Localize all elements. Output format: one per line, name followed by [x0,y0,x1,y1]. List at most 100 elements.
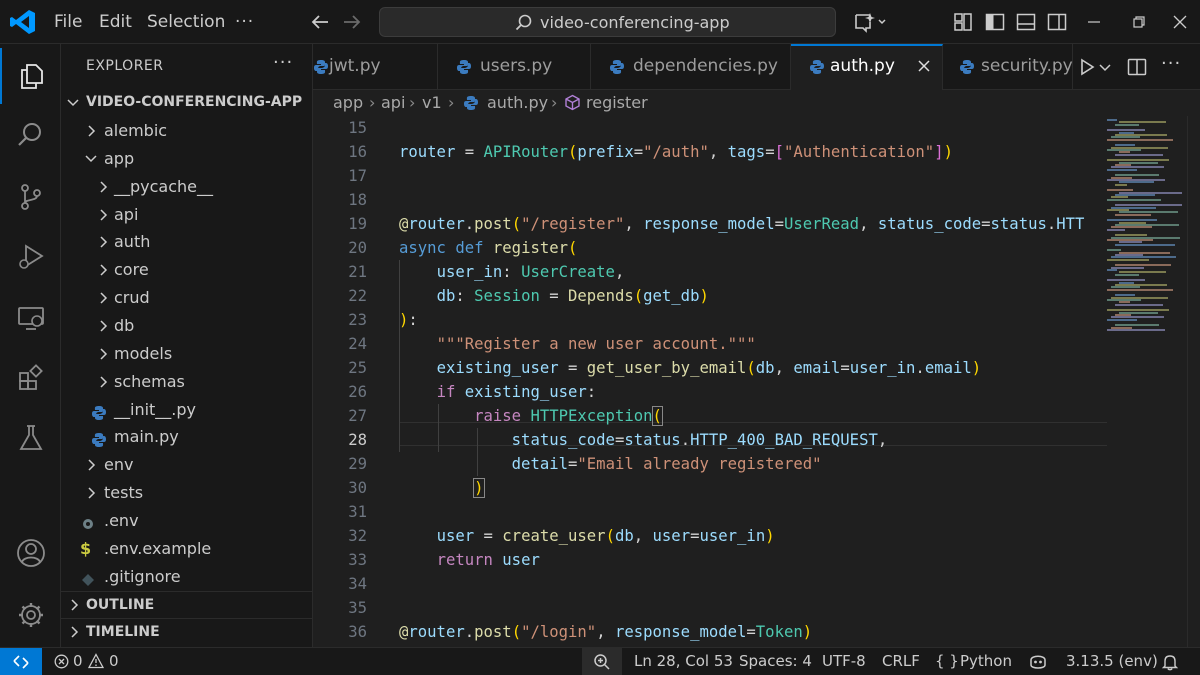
breadcrumb-api[interactable]: api [381,93,405,112]
tree-item-crud[interactable]: crud [61,284,312,311]
remote-indicator[interactable] [0,648,42,675]
code-line[interactable]: return user [399,548,540,572]
code-line[interactable]: user_in: UserCreate, [399,260,625,284]
minimap[interactable] [1107,116,1187,647]
notifications-bell-icon[interactable] [1161,653,1179,671]
tree-item-app[interactable]: app [61,145,312,172]
breadcrumb-app[interactable]: app [333,93,363,112]
manage-gear-icon[interactable] [0,587,61,643]
tree-item-env[interactable]: env [61,451,312,478]
copilot-icon[interactable] [1028,653,1048,671]
indentation[interactable]: Spaces: 4 [739,652,812,670]
tree-item-label: api [114,204,139,224]
tab-users-py[interactable]: users.py [438,44,591,90]
git-file-icon [80,569,96,586]
code-line[interactable]: detail="Email already registered" [399,452,822,476]
code-line[interactable]: """Register a new user account.""" [399,332,756,356]
tree-item-tests[interactable]: tests [61,479,312,506]
line-number: 36 [348,623,367,641]
zoom-button[interactable] [582,648,622,675]
warning-icon [88,653,104,669]
line-number: 33 [348,551,367,569]
customize-layout-icon[interactable] [951,10,975,34]
tree-item-gitignore[interactable]: .gitignore [61,563,312,590]
back-arrow-icon[interactable] [308,10,332,34]
code-line[interactable]: user = create_user(db, user=user_in) [399,524,775,548]
tree-item-pycache[interactable]: __pycache__ [61,173,312,200]
code-line[interactable]: async def register( [399,236,577,260]
timeline-section[interactable]: TIMELINE [61,618,312,645]
split-editor-icon[interactable] [1125,55,1149,79]
remote-explorer-icon[interactable] [0,290,61,346]
tab-jwt-py[interactable]: jwt.py [313,44,438,90]
toggle-primary-sidebar-icon[interactable] [983,10,1007,34]
tree-item-main-py[interactable]: main.py [61,423,312,450]
language-mode[interactable]: Python [960,652,1012,670]
close-tab-icon[interactable] [916,58,932,74]
command-center-search[interactable]: video-conferencing-app [379,7,836,37]
tab-security-py[interactable]: security.py [943,44,1073,90]
tree-item-auth[interactable]: auth [61,228,312,255]
breadcrumb-file[interactable]: auth.py [487,93,548,112]
code-line[interactable]: db: Session = Depends(get_db) [399,284,709,308]
python-interpreter[interactable]: 3.13.5 (env) [1066,652,1158,670]
chevron-right-icon [100,348,108,360]
tab-auth-py[interactable]: auth.py [791,44,943,91]
code-line[interactable]: existing_user = get_user_by_email(db, em… [399,356,982,380]
explorer-sidebar: EXPLORER ··· VIDEO-CONFERENCING-APP alem… [61,44,313,647]
run-debug-icon[interactable] [0,229,61,285]
code-line[interactable]: ) [399,476,485,500]
workspace-root[interactable]: VIDEO-CONFERENCING-APP [61,89,312,116]
tree-item-api[interactable]: api [61,201,312,228]
code-editor[interactable]: 15 16 17 18 19 20 21 22 23 24 25 26 27 28 29 30 31 32 33 34… [313,116,1200,647]
run-dropdown-chevron-icon[interactable] [1098,55,1112,79]
code-line[interactable]: if existing_user: [399,380,597,404]
line-number: 27 [348,407,367,425]
chevron-right-icon [100,264,108,276]
restore-icon[interactable] [1127,10,1151,34]
line-number: 16 [348,143,367,161]
explorer-icon[interactable] [0,48,61,104]
explorer-more-actions[interactable]: ··· [273,52,293,73]
extensions-icon[interactable] [0,350,61,406]
toggle-secondary-sidebar-icon[interactable] [1045,10,1069,34]
forward-arrow-icon[interactable] [340,10,364,34]
menu-selection[interactable]: Selection [147,10,225,34]
code-line[interactable]: status_code=status.HTTP_400_BAD_REQUEST, [399,428,888,452]
breadcrumb-symbol[interactable]: register [586,93,648,112]
source-control-icon[interactable] [0,169,61,225]
tree-item-alembic[interactable]: alembic [61,117,312,144]
toggle-panel-icon[interactable] [1014,10,1038,34]
search-icon[interactable] [0,107,61,163]
minimap-line [1115,273,1139,276]
encoding[interactable]: UTF-8 [822,652,866,670]
accounts-icon[interactable] [0,525,61,581]
code-line[interactable]: router = APIRouter(prefix="/auth", tags=… [399,140,953,164]
search-text: video-conferencing-app [540,13,730,32]
tree-item-models[interactable]: models [61,340,312,367]
tree-item-init-py[interactable]: __init__.py [61,396,312,423]
end-of-line[interactable]: CRLF [882,652,920,670]
code-line[interactable]: @router.post("/login", response_model=To… [399,620,812,644]
tree-item-db[interactable]: db [61,312,312,339]
minimize-icon[interactable] [1082,10,1106,34]
outline-section[interactable]: OUTLINE [61,591,312,618]
tab-dependencies-py[interactable]: dependencies.py [591,44,791,90]
tree-item-schemas[interactable]: schemas [61,368,312,395]
testing-icon[interactable] [0,410,61,466]
menu-file[interactable]: File [54,10,82,34]
cursor-position[interactable]: Ln 28, Col 53 [634,652,733,670]
code-line[interactable]: ): [399,308,418,332]
tree-item-env-example[interactable]: $ .env.example [61,535,312,562]
menu-more[interactable]: ··· [235,10,254,34]
editor-scrollbar[interactable] [1187,116,1200,647]
editor-more-actions[interactable]: ··· [1161,53,1185,77]
breadcrumb-v1[interactable]: v1 [422,93,442,112]
close-window-icon[interactable] [1168,10,1192,34]
run-python-file-icon[interactable] [1075,55,1099,79]
menu-edit[interactable]: Edit [99,10,132,34]
tree-item-env[interactable]: .env [61,507,312,534]
code-line[interactable]: @router.post("/register", response_model… [399,212,1084,236]
tree-item-core[interactable]: core [61,256,312,283]
copilot-sparkle-icon[interactable] [853,10,889,34]
